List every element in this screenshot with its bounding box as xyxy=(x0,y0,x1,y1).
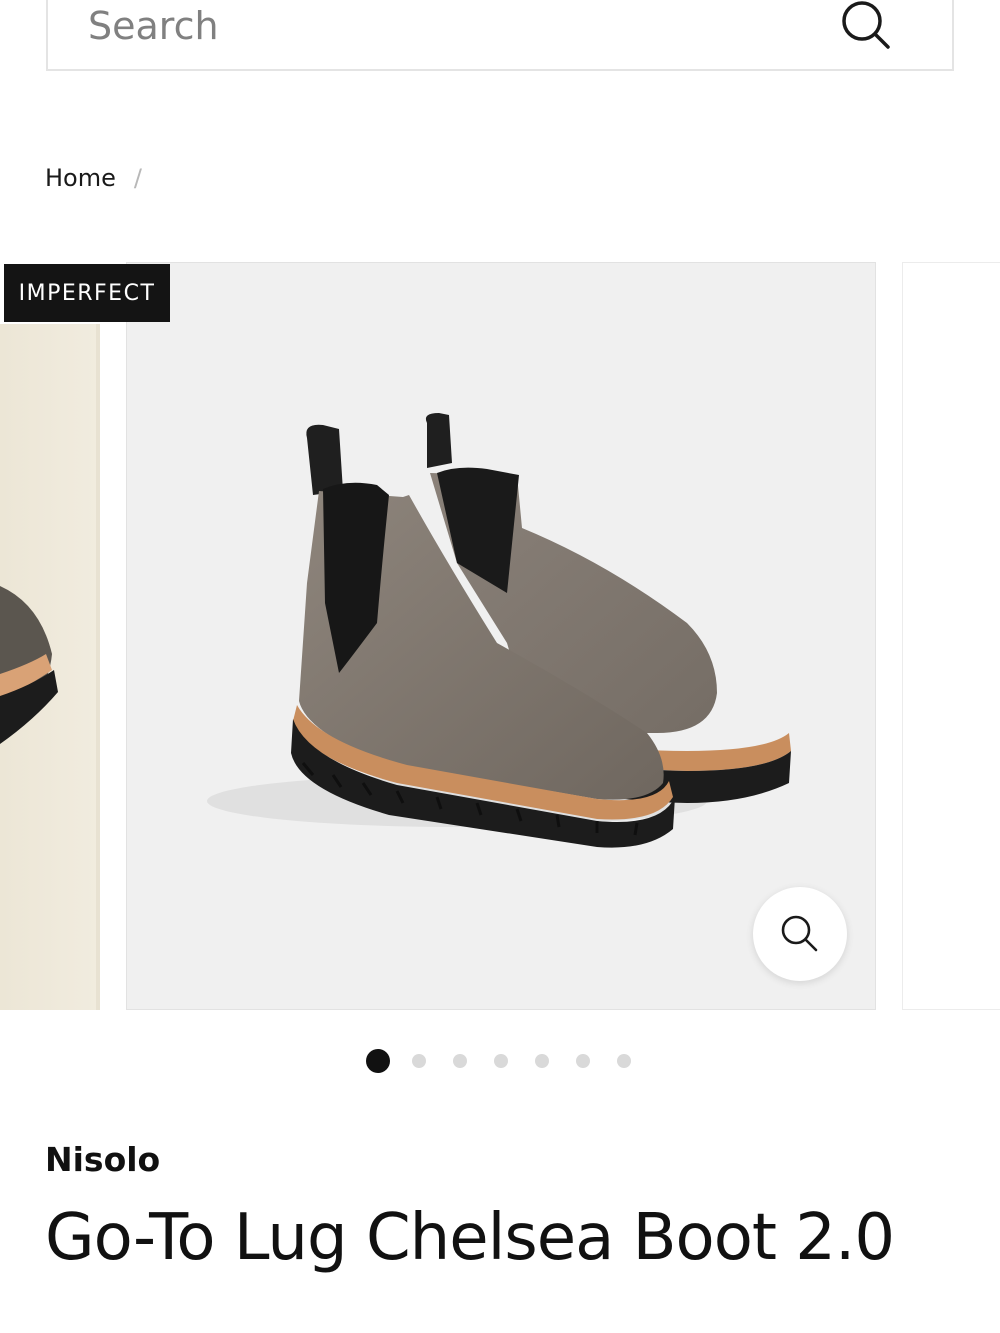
gallery-pagination xyxy=(366,1048,658,1074)
pagination-dot-4[interactable] xyxy=(494,1054,508,1068)
search-bar xyxy=(46,0,954,71)
zoom-icon xyxy=(781,915,818,952)
gallery-slide-previous[interactable] xyxy=(0,324,100,1010)
breadcrumb-separator: / xyxy=(133,164,142,192)
search-button[interactable] xyxy=(836,0,896,56)
breadcrumb: Home / xyxy=(45,164,142,192)
gallery-slide-next[interactable] xyxy=(902,262,1000,1010)
search-input[interactable] xyxy=(88,0,808,54)
boot-image xyxy=(207,413,791,848)
pagination-dot-5[interactable] xyxy=(535,1054,549,1068)
boot-image-partial xyxy=(0,324,100,1010)
product-brand[interactable]: Nisolo xyxy=(45,1140,160,1179)
gallery-slide-current[interactable] xyxy=(126,262,876,1010)
breadcrumb-home-link[interactable]: Home xyxy=(45,164,116,192)
imperfect-badge: IMPERFECT xyxy=(4,264,170,322)
pagination-dot-2[interactable] xyxy=(412,1054,426,1068)
zoom-button[interactable] xyxy=(753,887,847,981)
product-gallery[interactable] xyxy=(0,262,1000,1012)
pagination-dot-3[interactable] xyxy=(453,1054,467,1068)
search-icon xyxy=(842,1,890,49)
pagination-dot-6[interactable] xyxy=(576,1054,590,1068)
pagination-dot-1[interactable] xyxy=(366,1049,390,1073)
pagination-dot-7[interactable] xyxy=(617,1054,631,1068)
product-title: Go-To Lug Chelsea Boot 2.0 xyxy=(45,1201,895,1275)
